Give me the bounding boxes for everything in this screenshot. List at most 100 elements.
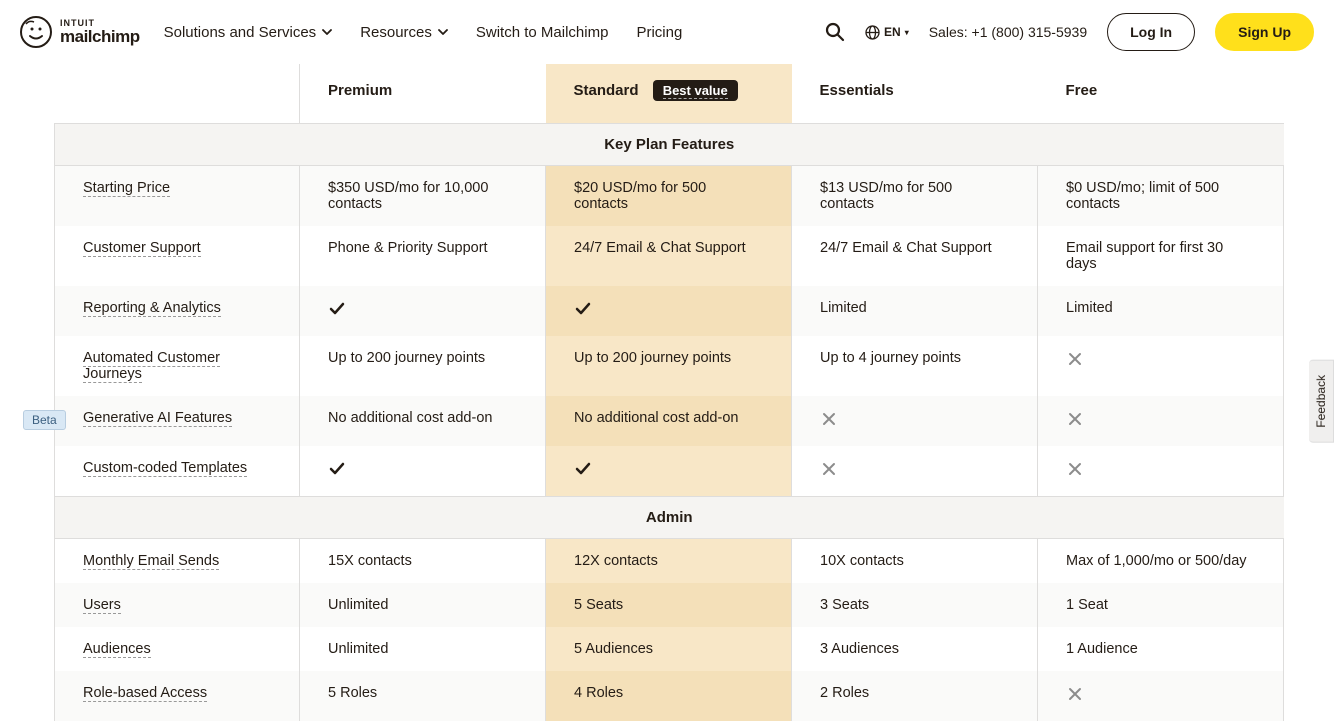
feature-reporting[interactable]: Reporting & Analytics bbox=[83, 300, 221, 317]
cell-standard: No additional cost add-on bbox=[546, 396, 792, 446]
feature-templates[interactable]: Custom-coded Templates bbox=[83, 460, 247, 477]
plan-premium-header: Premium bbox=[300, 64, 546, 124]
cell-premium: $350 USD/mo for 10,000 contacts bbox=[300, 166, 546, 227]
check-icon bbox=[574, 466, 592, 482]
cell-essentials: 3 Seats bbox=[792, 583, 1038, 627]
cell-standard: 5 Seats bbox=[546, 583, 792, 627]
x-icon bbox=[1066, 691, 1084, 707]
mailchimp-logo-icon bbox=[20, 16, 52, 48]
section-admin: Admin bbox=[55, 497, 1284, 539]
chevron-down-icon bbox=[438, 27, 448, 37]
nav-solutions[interactable]: Solutions and Services bbox=[164, 24, 333, 41]
table-row: Automated Customer Journeys Up to 200 jo… bbox=[55, 336, 1284, 396]
cell-essentials: Limited bbox=[792, 286, 1038, 336]
nav-resources-label: Resources bbox=[360, 24, 432, 41]
cell-premium: Phone & Priority Support bbox=[300, 226, 546, 286]
table-row: BetaGenerative AI Features No additional… bbox=[55, 396, 1284, 446]
search-icon bbox=[825, 22, 845, 42]
cell-free: Max of 1,000/mo or 500/day bbox=[1038, 539, 1284, 584]
logo[interactable]: INTUIT mailchimp bbox=[20, 16, 140, 48]
plan-standard-header: Standard Best value bbox=[546, 64, 792, 124]
table-row: Users Unlimited 5 Seats 3 Seats 1 Seat bbox=[55, 583, 1284, 627]
cell-standard: 5 Audiences bbox=[546, 627, 792, 671]
cell-premium: Up to 200 journey points bbox=[300, 336, 546, 396]
search-button[interactable] bbox=[825, 22, 845, 42]
feature-roles[interactable]: Role-based Access bbox=[83, 685, 207, 702]
nav-switch-label: Switch to Mailchimp bbox=[476, 24, 609, 41]
table-row: Audiences Unlimited 5 Audiences 3 Audien… bbox=[55, 627, 1284, 671]
cell-essentials: 10X contacts bbox=[792, 539, 1038, 584]
pricing-comparison-table: Premium Standard Best value Essentials F… bbox=[54, 64, 1284, 721]
login-button[interactable]: Log In bbox=[1107, 13, 1195, 51]
cell-essentials bbox=[792, 446, 1038, 497]
section-key-features: Key Plan Features bbox=[55, 124, 1284, 166]
nav-pricing-label: Pricing bbox=[636, 24, 682, 41]
cell-free: Limited bbox=[1038, 286, 1284, 336]
check-icon bbox=[574, 306, 592, 322]
cell-essentials: $13 USD/mo for 500 contacts bbox=[792, 166, 1038, 227]
cell-free: 1 Audience bbox=[1038, 627, 1284, 671]
site-header: INTUIT mailchimp Solutions and Services … bbox=[0, 0, 1334, 64]
check-icon bbox=[328, 306, 346, 322]
sales-phone[interactable]: Sales: +1 (800) 315-5939 bbox=[929, 24, 1087, 40]
x-icon bbox=[1066, 416, 1084, 432]
language-label: EN bbox=[884, 25, 901, 39]
best-value-badge: Best value bbox=[653, 80, 738, 101]
feature-journeys[interactable]: Automated Customer Journeys bbox=[83, 350, 220, 383]
cell-standard: 4 Roles bbox=[546, 671, 792, 721]
table-row: Role-based Access 5 Roles 4 Roles 2 Role… bbox=[55, 671, 1284, 721]
cell-free: $0 USD/mo; limit of 500 contacts bbox=[1038, 166, 1284, 227]
cell-premium: 15X contacts bbox=[300, 539, 546, 584]
table-row: Monthly Email Sends 15X contacts 12X con… bbox=[55, 539, 1284, 584]
cell-standard bbox=[546, 286, 792, 336]
cell-standard: Up to 200 journey points bbox=[546, 336, 792, 396]
table-row: Customer Support Phone & Priority Suppor… bbox=[55, 226, 1284, 286]
table-row: Reporting & Analytics Limited Limited bbox=[55, 286, 1284, 336]
cell-free bbox=[1038, 396, 1284, 446]
table-row: Starting Price $350 USD/mo for 10,000 co… bbox=[55, 166, 1284, 227]
plan-free-header: Free bbox=[1038, 64, 1284, 124]
cell-premium bbox=[300, 446, 546, 497]
cell-premium: Unlimited bbox=[300, 627, 546, 671]
cell-standard: 12X contacts bbox=[546, 539, 792, 584]
cell-essentials: 2 Roles bbox=[792, 671, 1038, 721]
language-selector[interactable]: EN ▾ bbox=[865, 25, 909, 40]
cell-premium bbox=[300, 286, 546, 336]
cell-essentials: 3 Audiences bbox=[792, 627, 1038, 671]
nav-resources[interactable]: Resources bbox=[360, 24, 448, 41]
cell-essentials: Up to 4 journey points bbox=[792, 336, 1038, 396]
plan-essentials-header: Essentials bbox=[792, 64, 1038, 124]
cell-free: Email support for first 30 days bbox=[1038, 226, 1284, 286]
cell-free bbox=[1038, 671, 1284, 721]
signup-button[interactable]: Sign Up bbox=[1215, 13, 1314, 51]
main-nav: Solutions and Services Resources Switch … bbox=[164, 24, 683, 41]
cell-free: 1 Seat bbox=[1038, 583, 1284, 627]
check-icon bbox=[328, 466, 346, 482]
x-icon bbox=[1066, 466, 1084, 482]
nav-switch[interactable]: Switch to Mailchimp bbox=[476, 24, 609, 41]
cell-free bbox=[1038, 336, 1284, 396]
x-icon bbox=[1066, 356, 1084, 372]
x-icon bbox=[820, 416, 838, 432]
feature-starting-price[interactable]: Starting Price bbox=[83, 180, 170, 197]
cell-standard: $20 USD/mo for 500 contacts bbox=[546, 166, 792, 227]
plan-standard-label: Standard bbox=[574, 82, 639, 99]
cell-standard: 24/7 Email & Chat Support bbox=[546, 226, 792, 286]
feature-users[interactable]: Users bbox=[83, 597, 121, 614]
cell-premium: Unlimited bbox=[300, 583, 546, 627]
table-row: Custom-coded Templates bbox=[55, 446, 1284, 497]
feature-customer-support[interactable]: Customer Support bbox=[83, 240, 201, 257]
cell-premium: 5 Roles bbox=[300, 671, 546, 721]
nav-solutions-label: Solutions and Services bbox=[164, 24, 317, 41]
caret-down-icon: ▾ bbox=[905, 28, 909, 37]
cell-premium: No additional cost add-on bbox=[300, 396, 546, 446]
beta-badge: Beta bbox=[23, 410, 66, 430]
feedback-tab[interactable]: Feedback bbox=[1309, 360, 1334, 443]
cell-standard bbox=[546, 446, 792, 497]
feature-sends[interactable]: Monthly Email Sends bbox=[83, 553, 219, 570]
feature-genai[interactable]: Generative AI Features bbox=[83, 410, 232, 427]
chevron-down-icon bbox=[322, 27, 332, 37]
feature-audiences[interactable]: Audiences bbox=[83, 641, 151, 658]
feature-header bbox=[55, 64, 300, 124]
nav-pricing[interactable]: Pricing bbox=[636, 24, 682, 41]
